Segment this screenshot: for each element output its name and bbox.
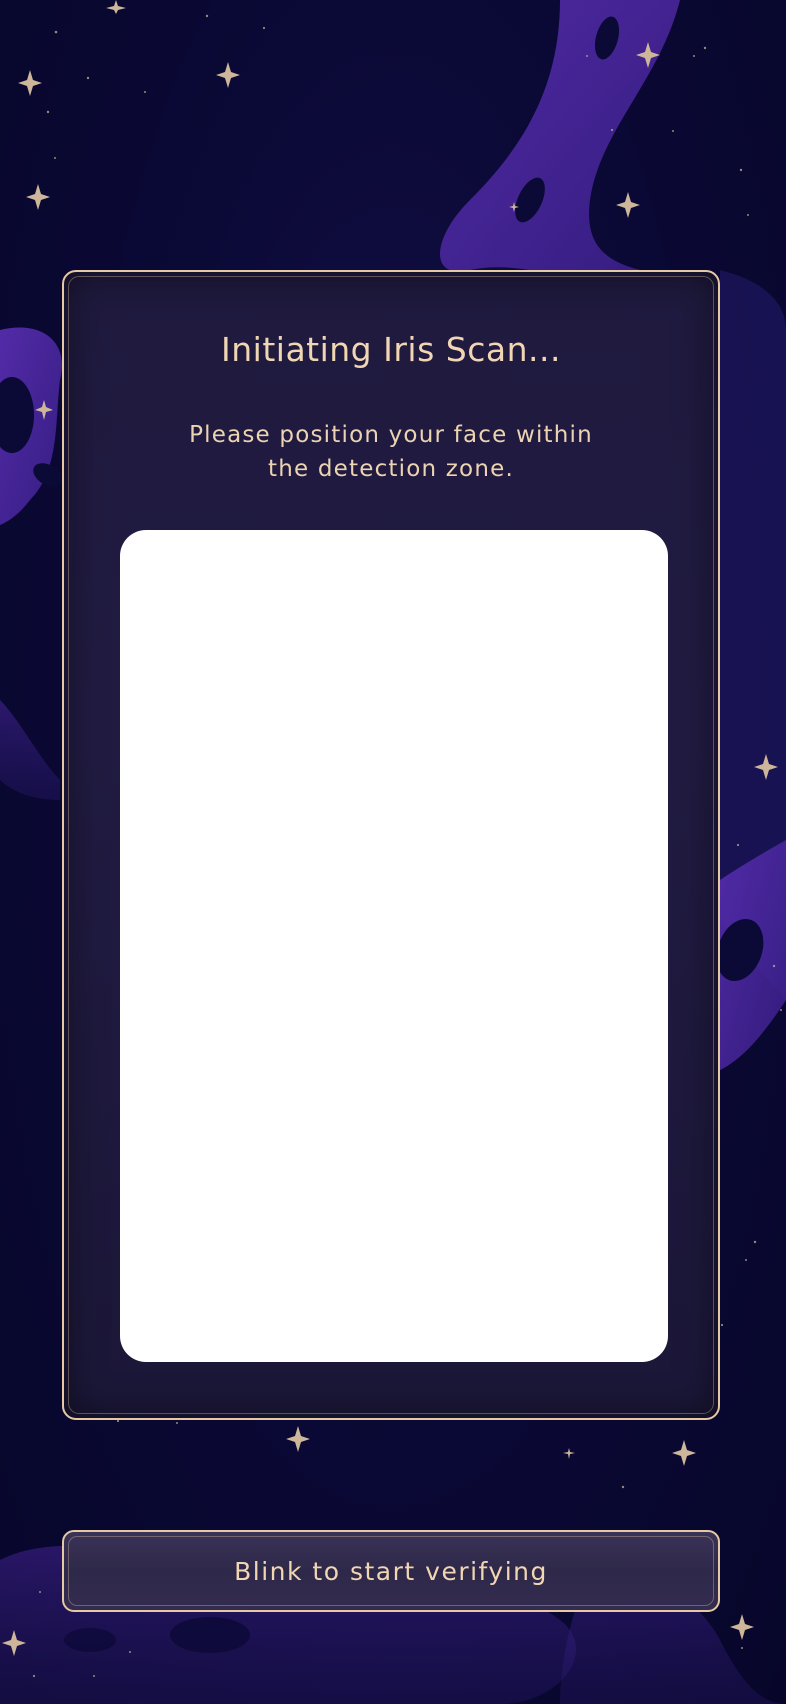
nebula-shape (0, 700, 60, 800)
scan-instruction: Please position your face within the det… (189, 422, 593, 482)
blink-verify-button[interactable]: Blink to start verifying (62, 1530, 720, 1612)
blink-verify-label: Blink to start verifying (234, 1556, 548, 1586)
scan-title: Initiating Iris Scan... (221, 330, 561, 369)
scan-card: Initiating Iris Scan... Please position … (62, 270, 720, 1420)
camera-detection-zone (120, 530, 668, 1362)
nebula-shape (440, 0, 700, 290)
iris-scan-screen: Initiating Iris Scan... Please position … (0, 0, 786, 1704)
